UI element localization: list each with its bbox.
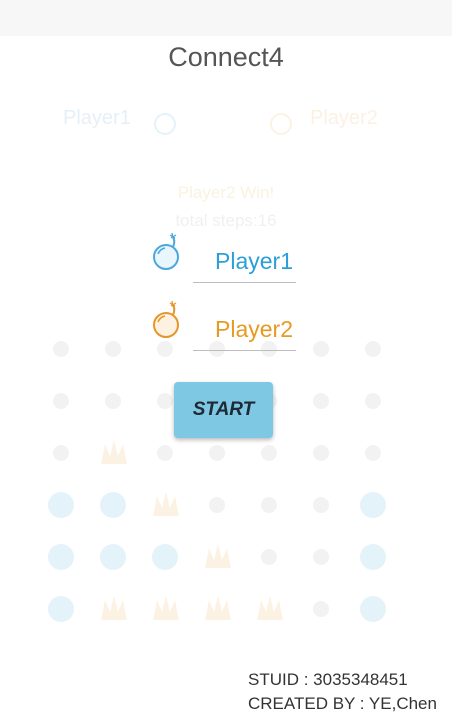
orange-bomb-icon: [153, 300, 179, 338]
board-cell-empty: [97, 382, 131, 416]
player2-bomb-icon: [270, 113, 292, 135]
blue-bomb-icon: [153, 232, 179, 270]
board-cell-empty: [201, 486, 235, 520]
board-piece-player1: [45, 486, 79, 520]
board-piece-player1: [357, 590, 391, 624]
board-cell-empty: [253, 434, 287, 468]
board-piece-player1: [357, 538, 391, 572]
player1-name-field: [193, 236, 296, 283]
player1-label: Player1: [63, 107, 131, 129]
board-piece-player2: [201, 590, 235, 624]
board-cell-empty: [305, 538, 339, 572]
board-cell-empty: [357, 434, 391, 468]
board-piece-player2: [97, 434, 131, 468]
board-piece-player1: [357, 486, 391, 520]
player2-name-input[interactable]: [193, 312, 293, 346]
board-piece-player2: [253, 590, 287, 624]
player2-name-field: [193, 304, 296, 351]
board-piece-player2: [201, 538, 235, 572]
game-board: [45, 330, 405, 622]
player2-label: Player2: [310, 107, 378, 129]
board-cell-empty: [305, 486, 339, 520]
board-piece-player2: [97, 590, 131, 624]
player1-name-row: [150, 232, 310, 283]
created-by: CREATED BY : YE,Chen: [248, 694, 437, 713]
board-cell-empty: [305, 434, 339, 468]
board-cell-empty: [97, 330, 131, 364]
board-cell-empty: [357, 382, 391, 416]
board-cell-empty: [253, 486, 287, 520]
winner-text: Player2 Win!: [177, 183, 275, 202]
board-piece-player1: [97, 538, 131, 572]
player1-bomb-icon: [154, 113, 176, 135]
board-cell-empty: [357, 330, 391, 364]
board-cell-empty: [305, 382, 339, 416]
board-piece-player2: [149, 590, 183, 624]
steps-text: total steps:16: [175, 211, 277, 230]
board-cell-empty: [149, 434, 183, 468]
board-cell-empty: [45, 330, 79, 364]
player1-name-input[interactable]: [193, 244, 293, 278]
player2-name-row: [150, 300, 310, 351]
board-piece-player1: [149, 538, 183, 572]
board-piece-player2: [149, 486, 183, 520]
board-cell-empty: [45, 434, 79, 468]
board-piece-player1: [45, 590, 79, 624]
board-cell-empty: [201, 434, 235, 468]
board-cell-empty: [253, 538, 287, 572]
background-game: Player1 Player2 Player2 Win! total steps…: [0, 0, 452, 722]
start-button[interactable]: START: [174, 382, 273, 438]
board-piece-player1: [97, 486, 131, 520]
board-cell-empty: [45, 382, 79, 416]
board-piece-player1: [45, 538, 79, 572]
board-cell-empty: [305, 330, 339, 364]
board-cell-empty: [305, 590, 339, 624]
student-id: STUID : 3035348451: [248, 670, 408, 689]
